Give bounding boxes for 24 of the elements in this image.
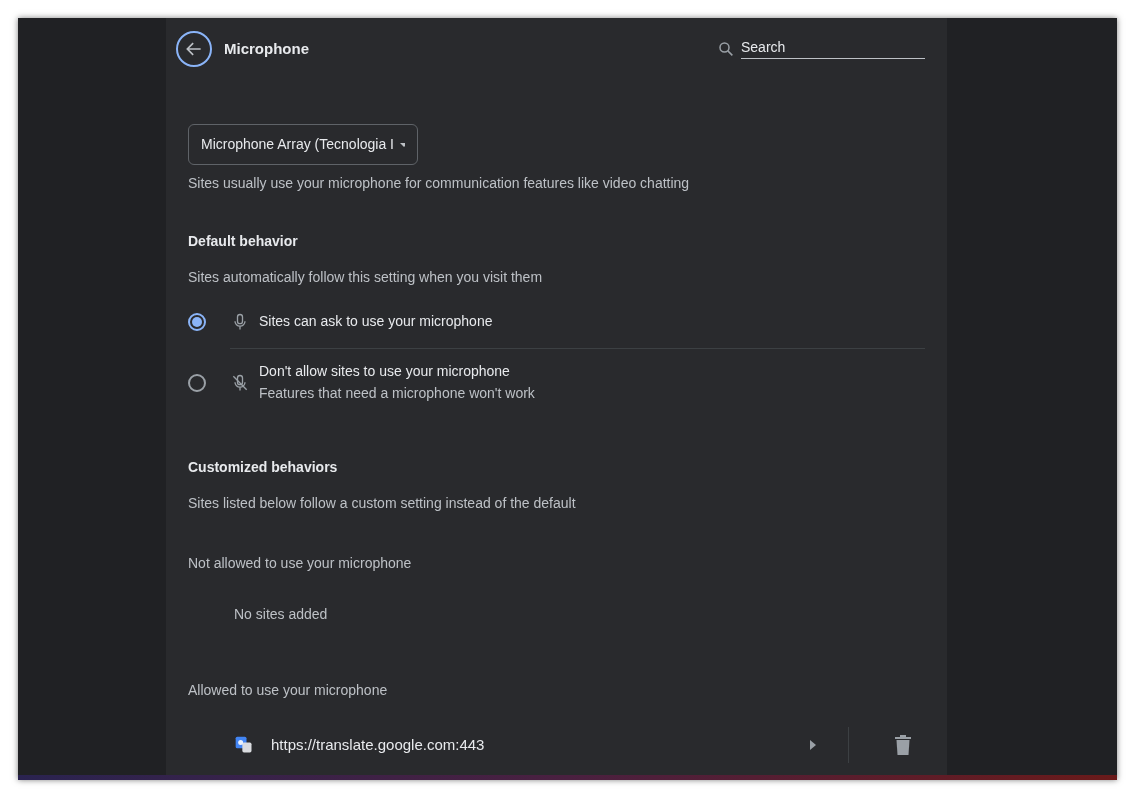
group-title: Allowed to use your microphone — [188, 681, 389, 699]
device-dropdown[interactable]: Microphone Array (Tecnologia I — [188, 124, 418, 165]
section-heading: Customized behaviors — [188, 458, 339, 476]
radio-button[interactable] — [188, 373, 206, 392]
description-text: Sites usually use your microphone for communication features like video chatting — [188, 175, 691, 193]
delete-button[interactable] — [895, 735, 911, 755]
section-subtitle: Sites listed below follow a custom setting instead of the default — [188, 495, 577, 513]
section-heading: Default behavior — [188, 232, 299, 250]
search-icon — [717, 40, 735, 58]
group-title: Not allowed to use your microphone — [188, 554, 413, 572]
page-title: Microphone — [224, 39, 309, 59]
caret-icon — [400, 142, 405, 147]
option-label: Don't allow sites to use your microphone — [259, 363, 511, 381]
option-label: Sites can ask to use your microphone — [259, 312, 493, 331]
radio-button[interactable] — [188, 312, 206, 331]
section-subtitle: Sites automatically follow this setting when you visit them — [188, 269, 544, 287]
site-link[interactable]: https://translate.google.com:443 — [271, 735, 485, 755]
site-icon — [234, 735, 254, 755]
search-field[interactable]: Search — [741, 38, 925, 60]
option-description: Features that need a microphone won't work — [259, 384, 535, 402]
expand-button[interactable] — [810, 740, 816, 750]
microphone-off-icon — [230, 372, 250, 393]
empty-message: No sites added — [234, 606, 329, 624]
back-button[interactable] — [176, 31, 212, 67]
